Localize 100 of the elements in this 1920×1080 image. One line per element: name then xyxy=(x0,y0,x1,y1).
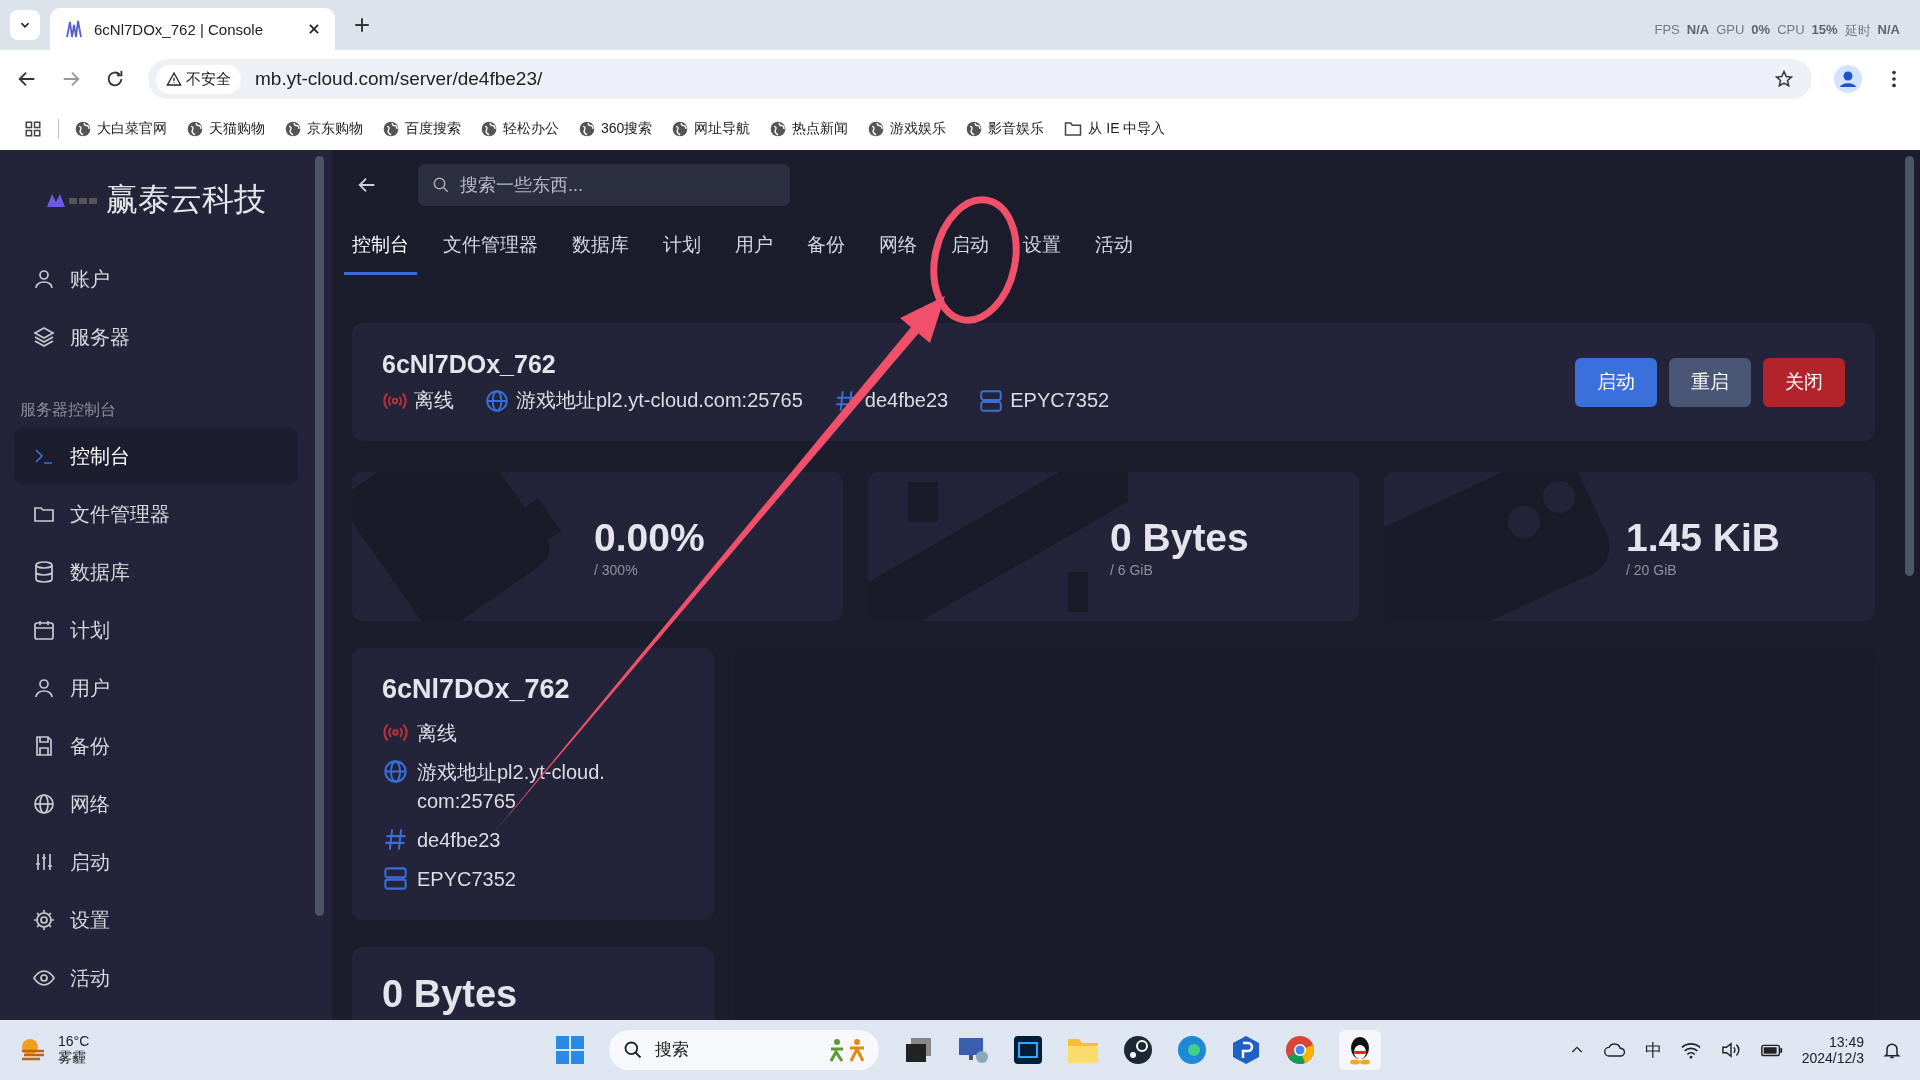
settings-icon xyxy=(32,908,56,932)
globe-icon xyxy=(579,121,595,137)
server-detail-text: de4fbe23 xyxy=(864,389,949,412)
search-field[interactable]: 搜索一些东西... xyxy=(418,164,790,206)
nav-tab[interactable]: 控制台 xyxy=(344,224,417,275)
url-text: mb.yt-cloud.com/server/de4fbe23/ xyxy=(255,68,544,90)
star-icon[interactable] xyxy=(1774,69,1794,89)
server-detail-text: 离线 xyxy=(417,721,458,746)
bookmark-link[interactable]: 天猫购物 xyxy=(187,120,265,138)
server-icon xyxy=(978,387,1005,414)
user-icon xyxy=(32,676,56,700)
profile-avatar-icon[interactable] xyxy=(1834,65,1862,93)
nav-tab[interactable]: 文件管理器 xyxy=(435,224,546,275)
server-detail-text: 游戏地址pl2.yt-cloud.com:25765 xyxy=(516,388,803,413)
window-stack-icon[interactable] xyxy=(903,1035,933,1065)
bookmark-link[interactable]: 影音娱乐 xyxy=(966,120,1045,138)
performance-overlay-text: N/A xyxy=(1686,22,1710,39)
bookmark-link[interactable]: 360搜索 xyxy=(579,120,653,138)
sidebar-item[interactable]: 活动 xyxy=(14,949,298,1007)
stat-value: 1.45 KiB xyxy=(1626,515,1780,560)
favicon-icon xyxy=(64,19,84,39)
brand-logo-icon xyxy=(46,192,100,208)
bookmark-link[interactable]: 从 IE 中导入 xyxy=(1064,120,1166,138)
calendar-icon xyxy=(32,618,56,642)
nav-tab[interactable]: 备份 xyxy=(799,224,853,275)
server-detail-text: de4fbe23 xyxy=(417,828,502,853)
scrollbar[interactable] xyxy=(1905,156,1914,576)
server-detail-text: EPYC7352 xyxy=(1010,389,1110,412)
power-button[interactable]: 启动 xyxy=(1575,357,1657,407)
nav-tab[interactable]: 用户 xyxy=(727,224,781,275)
bookmark-link[interactable]: 百度搜索 xyxy=(383,120,461,138)
nav-tab[interactable]: 计划 xyxy=(655,224,709,275)
monitor-icon[interactable] xyxy=(957,1035,989,1065)
power-button[interactable]: 关闭 xyxy=(1763,357,1845,407)
bookmark-link[interactable]: 网址导航 xyxy=(672,120,751,138)
weather-text: 雾霾 xyxy=(58,1049,87,1067)
apps-grid-icon[interactable] xyxy=(24,120,42,138)
globe-icon xyxy=(484,387,510,414)
scrollbar[interactable] xyxy=(315,156,324,916)
speaker-icon[interactable] xyxy=(1719,1041,1742,1059)
app-tile-icon[interactable] xyxy=(1013,1035,1043,1065)
server-detail-text: EPYC7352 xyxy=(417,867,517,892)
sidebar-item[interactable]: 启动 xyxy=(14,833,298,891)
sidebar-item[interactable]: 文件管理器 xyxy=(14,485,298,543)
globe-icon xyxy=(285,121,301,137)
close-icon[interactable] xyxy=(307,22,321,36)
stat-value: 0 Bytes xyxy=(382,973,518,1016)
sidebar-item[interactable]: 网络 xyxy=(14,775,298,833)
tab-list-button[interactable] xyxy=(10,10,40,40)
nav-tab[interactable]: 启动 xyxy=(943,224,997,275)
bookmark-link[interactable]: 游戏娱乐 xyxy=(868,120,947,138)
security-chip[interactable]: 不安全 xyxy=(156,64,241,94)
performance-overlay-text: 15% xyxy=(1811,22,1838,39)
bookmark-link[interactable]: 热点新闻 xyxy=(770,120,849,138)
sidebar-item[interactable]: 数据库 xyxy=(14,543,298,601)
cloud-icon[interactable] xyxy=(1602,1041,1627,1059)
nav-tab[interactable]: 设置 xyxy=(1015,224,1069,275)
search-icon xyxy=(623,1040,643,1060)
globe-icon xyxy=(75,121,91,137)
bookmark-link[interactable]: 轻松办公 xyxy=(481,120,559,138)
performance-overlay-text: N/A xyxy=(1877,22,1900,39)
nav-tab[interactable]: 活动 xyxy=(1087,224,1141,275)
input-method-indicator[interactable]: 中 xyxy=(1644,1038,1662,1062)
warning-icon xyxy=(166,71,182,87)
globe-icon xyxy=(32,792,56,816)
server-detail-text: 离线 xyxy=(414,388,454,413)
browser-app-icon[interactable] xyxy=(1177,1035,1207,1065)
sidebar-item[interactable]: 服务器 xyxy=(14,308,298,366)
globe-icon xyxy=(868,121,885,137)
sidebar-item[interactable]: 控制台 xyxy=(14,427,298,485)
penguin-icon xyxy=(1347,1035,1373,1065)
sidebar-item[interactable]: 计划 xyxy=(14,601,298,659)
taskbar-app-button[interactable] xyxy=(1339,1030,1381,1070)
search-icon xyxy=(432,176,450,194)
nav-tab[interactable]: 网络 xyxy=(871,224,925,275)
sidebar-item[interactable]: 备份 xyxy=(14,717,298,775)
stat-limit: / 6 GiB xyxy=(1110,561,1154,578)
server-icon xyxy=(382,865,409,892)
sidebar-item[interactable]: 用户 xyxy=(14,659,298,717)
sidebar-item[interactable]: 设置 xyxy=(14,891,298,949)
folder-icon xyxy=(1064,121,1083,137)
address-bar[interactable]: 不安全 mb.yt-cloud.com/server/de4fbe23/ xyxy=(148,59,1812,99)
clock-button[interactable]: 13:49 2024/12/3 xyxy=(1801,1034,1864,1066)
hexagon-app-icon[interactable] xyxy=(1231,1035,1261,1065)
windows-start-icon[interactable] xyxy=(555,1035,585,1065)
nav-tab[interactable]: 数据库 xyxy=(564,224,637,275)
stat-limit: / 300% xyxy=(594,561,639,578)
temperature-text: 16°C xyxy=(58,1033,90,1049)
wifi-icon[interactable] xyxy=(1679,1041,1702,1059)
bookmark-link[interactable]: 京东购物 xyxy=(285,120,363,138)
stat-value: 0 Bytes xyxy=(1110,515,1249,560)
power-button[interactable]: 重启 xyxy=(1669,357,1751,407)
browser-tab[interactable]: 6cNl7DOx_762 | Console xyxy=(50,8,335,50)
performance-overlay-text: FPS xyxy=(1654,22,1680,39)
performance-overlay-text: 0% xyxy=(1751,22,1771,39)
new-tab-icon[interactable] xyxy=(353,16,371,34)
bookmark-link[interactable]: 大白菜官网 xyxy=(75,120,167,138)
sidebar-item[interactable]: 账户 xyxy=(14,250,298,308)
taskbar-search-field[interactable]: 搜索 xyxy=(609,1030,879,1070)
hash-icon xyxy=(382,826,409,853)
